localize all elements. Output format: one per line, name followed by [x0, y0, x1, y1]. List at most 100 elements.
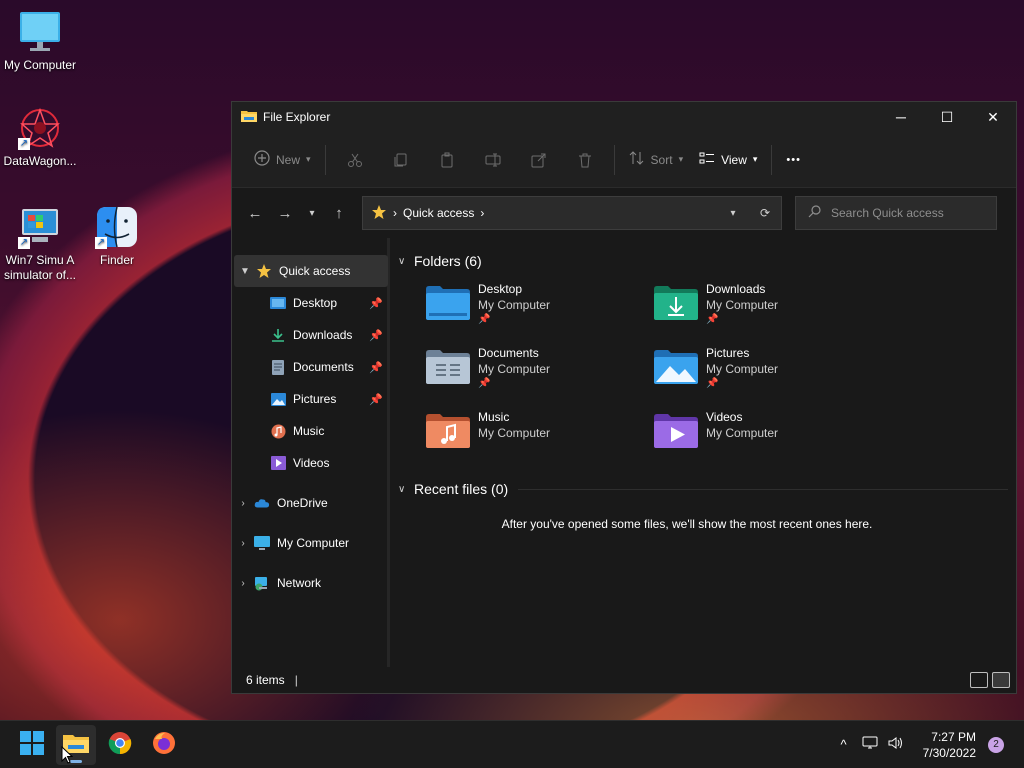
folder-tile-downloads[interactable]: Downloads My Computer 📌 — [654, 281, 882, 345]
rename-icon[interactable] — [477, 144, 509, 176]
address-dropdown-chevron-icon[interactable]: ▾ — [717, 208, 749, 219]
file-explorer-window: File Explorer ─ ☐ ✕ New ▾ Sort ▾ View ▾ … — [231, 101, 1017, 694]
nav-item-pictures[interactable]: Pictures 📌 — [232, 383, 387, 415]
desktop-icon-finder[interactable]: ↗ Finder — [77, 205, 157, 268]
forward-arrow-icon[interactable]: → — [270, 198, 300, 228]
share-icon[interactable] — [523, 144, 555, 176]
notification-badge[interactable]: 2 — [988, 736, 1004, 753]
refresh-icon[interactable]: ⟳ — [749, 206, 781, 220]
folders-grid: Desktop My Computer 📌 Downloads My Compu… — [426, 281, 1016, 473]
address-row: ← → ▾ ↑ › Quick access › ▾ ⟳ — [232, 188, 1016, 238]
folder-location: My Computer — [478, 426, 551, 440]
star-icon — [256, 263, 272, 279]
pin-icon: 📌 — [369, 297, 383, 310]
new-button[interactable]: New ▾ — [246, 144, 319, 176]
desktop-icon-label: My Computer — [3, 58, 77, 72]
nav-item-my-computer[interactable]: › My Computer — [232, 527, 387, 559]
desktop-icon-win7-simulator[interactable]: ↗ Win7 Simu A simulator of... — [0, 205, 80, 283]
chevron-right-icon[interactable]: › — [232, 498, 254, 509]
nav-item-videos[interactable]: Videos — [232, 447, 387, 479]
search-box[interactable] — [795, 196, 997, 230]
more-options-button[interactable]: ••• — [778, 144, 809, 176]
back-arrow-icon[interactable]: ← — [240, 198, 270, 228]
chevron-down-icon[interactable]: ▼ — [234, 266, 256, 277]
folder-name: Music — [478, 410, 510, 424]
folders-section-header[interactable]: ∨ Folders (6) — [398, 251, 1016, 271]
clock-date: 7/30/2022 — [922, 745, 976, 760]
nav-label: OneDrive — [277, 496, 328, 510]
paste-icon[interactable] — [431, 144, 463, 176]
up-arrow-icon[interactable]: ↑ — [324, 198, 354, 228]
folder-tile-pictures[interactable]: Pictures My Computer 📌 — [654, 345, 882, 409]
desktop-icon-my-computer[interactable]: My Computer — [0, 10, 80, 73]
clock[interactable]: 7:27 PM 7/30/2022 — [923, 729, 976, 761]
sort-button[interactable]: Sort ▾ — [621, 144, 692, 176]
chevron-down-icon[interactable]: ∨ — [398, 256, 412, 267]
nav-label: Documents — [293, 360, 354, 374]
toolbar-divider — [324, 144, 326, 175]
search-input[interactable] — [831, 206, 981, 220]
documents-folder-icon — [426, 349, 472, 389]
taskbar-firefox[interactable] — [144, 725, 184, 765]
folder-location: My Computer — [478, 298, 551, 312]
title-bar[interactable]: File Explorer ─ ☐ ✕ — [232, 102, 1016, 132]
sort-label: Sort — [650, 152, 673, 167]
nav-label: Downloads — [293, 328, 353, 342]
pin-icon: 📌 — [369, 393, 383, 406]
folder-location: My Computer — [706, 426, 779, 440]
chevron-right-icon[interactable]: › — [232, 538, 254, 549]
volume-icon[interactable] — [883, 736, 909, 753]
close-button[interactable]: ✕ — [970, 102, 1016, 132]
start-button[interactable] — [12, 725, 52, 765]
nav-item-music[interactable]: Music — [232, 415, 387, 447]
view-button[interactable]: View ▾ — [691, 144, 765, 176]
large-icons-view-icon[interactable] — [992, 672, 1010, 688]
nav-label: Quick access — [279, 264, 351, 278]
network-icon[interactable] — [857, 736, 883, 753]
folder-tile-desktop[interactable]: Desktop My Computer 📌 — [426, 281, 654, 345]
details-view-icon[interactable] — [970, 672, 988, 688]
item-count: 6 items — [246, 673, 285, 687]
navigation-pane: ▼ Quick access Desktop 📌 Downloads 📌 Doc… — [232, 238, 390, 669]
minimize-button[interactable]: ─ — [878, 102, 924, 132]
clock-time: 7:27 PM — [931, 729, 976, 744]
copy-icon[interactable] — [385, 144, 417, 176]
command-bar: New ▾ Sort ▾ View ▾ ••• — [232, 132, 1016, 188]
maximize-button[interactable]: ☐ — [924, 102, 970, 132]
chevron-right-icon[interactable]: › — [232, 578, 254, 589]
win7-simulator-icon: ↗ — [18, 205, 62, 249]
delete-icon[interactable] — [569, 144, 601, 176]
taskbar-chrome[interactable] — [100, 725, 140, 765]
folder-tile-videos[interactable]: Videos My Computer — [654, 409, 882, 473]
mouse-cursor-icon — [61, 745, 74, 767]
folder-tile-music[interactable]: Music My Computer — [426, 409, 654, 473]
chevron-down-icon[interactable]: ∨ — [398, 484, 412, 495]
nav-item-desktop[interactable]: Desktop 📌 — [232, 287, 387, 319]
monitor-icon — [254, 535, 270, 551]
breadcrumb-quick-access[interactable]: Quick access — [403, 206, 474, 220]
cut-icon[interactable] — [339, 144, 371, 176]
folder-location: My Computer — [706, 298, 779, 312]
recent-files-section-header[interactable]: ∨ Recent files (0) — [398, 479, 1016, 499]
folder-tile-documents[interactable]: Documents My Computer 📌 — [426, 345, 654, 409]
datawagon-icon: ↗ — [18, 106, 62, 150]
address-bar[interactable]: › Quick access › ▾ ⟳ — [362, 196, 782, 230]
pin-icon: 📌 — [369, 329, 383, 342]
nav-item-documents[interactable]: Documents 📌 — [232, 351, 387, 383]
taskbar: ^ 7:27 PM 7/30/2022 2 — [0, 720, 1024, 768]
nav-item-network[interactable]: › Network — [232, 567, 387, 599]
chevron-down-icon: ▾ — [752, 154, 758, 164]
explorer-body: ▼ Quick access Desktop 📌 Downloads 📌 Doc… — [232, 238, 1016, 669]
show-hidden-icons-chevron-icon[interactable]: ^ — [831, 737, 857, 752]
shortcut-arrow-icon: ↗ — [95, 237, 107, 249]
nav-item-quick-access[interactable]: ▼ Quick access — [234, 255, 388, 287]
nav-item-downloads[interactable]: Downloads 📌 — [232, 319, 387, 351]
nav-item-onedrive[interactable]: › OneDrive — [232, 487, 387, 519]
chevron-down-icon: ▾ — [678, 154, 684, 164]
desktop-folder-icon — [426, 285, 472, 325]
recent-locations-chevron-icon[interactable]: ▾ — [300, 198, 324, 228]
breadcrumb-separator[interactable]: › — [480, 206, 484, 220]
file-explorer-icon — [241, 109, 257, 126]
downloads-folder-icon — [654, 285, 700, 325]
desktop-icon-datawagon[interactable]: ↗ DataWagon... — [0, 106, 80, 169]
